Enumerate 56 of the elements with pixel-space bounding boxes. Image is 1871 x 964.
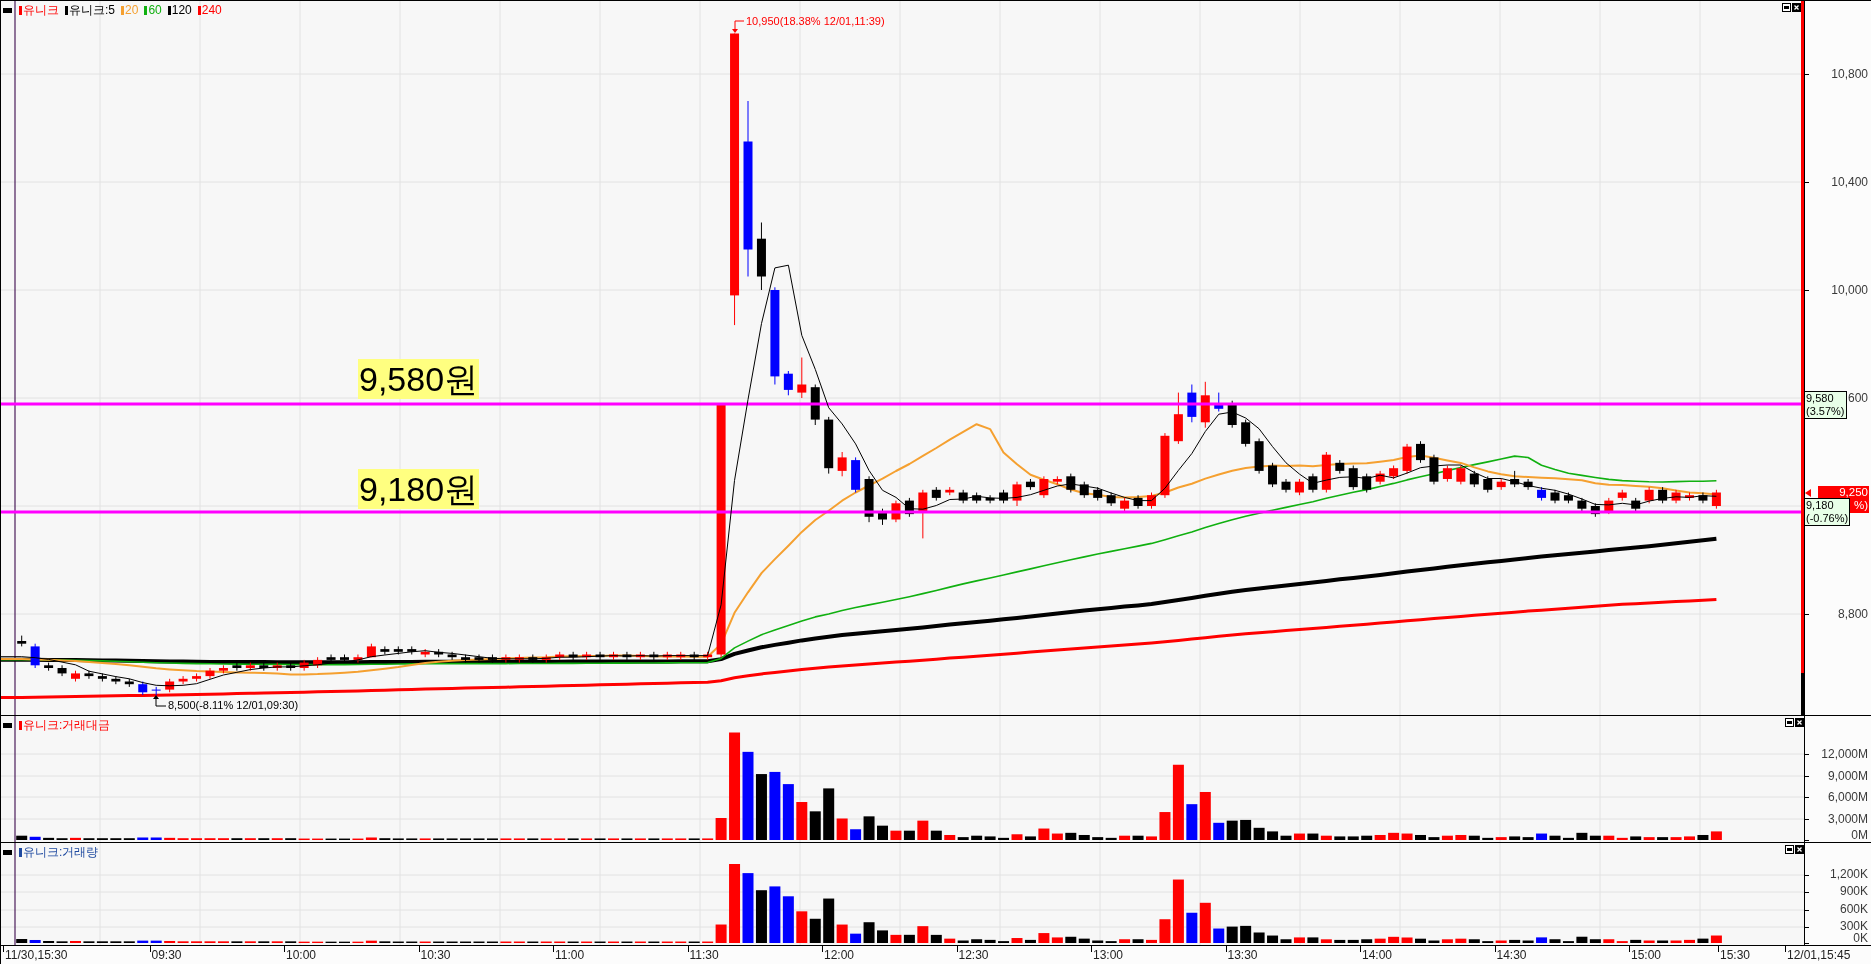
axis-label: 12/01,15:45 — [1787, 948, 1851, 962]
axis-label: 13:30 — [1227, 948, 1258, 962]
axis-label: 12:30 — [958, 948, 989, 962]
legend-label: 유니크:5 — [69, 3, 115, 17]
close-icon[interactable] — [1792, 3, 1801, 12]
axis-label: 13:00 — [1093, 948, 1124, 962]
axis-label: 10,800 — [1831, 67, 1868, 81]
axis-label: 14:00 — [1362, 948, 1393, 962]
maximize-icon[interactable] — [1785, 845, 1794, 854]
panel-title: 유니크:거래량 — [23, 845, 99, 859]
price-level-label: 9,580원 — [358, 359, 480, 399]
axis-label: 11:30 — [689, 948, 719, 962]
axis-label: 10,400 — [1831, 175, 1868, 189]
handle-icon[interactable] — [3, 722, 12, 728]
maximize-icon[interactable] — [1782, 3, 1791, 12]
axis-label: 600 — [1847, 391, 1868, 405]
axis-label: 9,000M — [1827, 769, 1868, 782]
axis-label: 15:30 — [1720, 948, 1751, 962]
axis-label: 3,000M — [1827, 812, 1868, 825]
axis-label: 11/30,15:30 — [5, 948, 68, 962]
axis-label: 8,800 — [1837, 607, 1868, 621]
axis-label: 600K — [1839, 902, 1868, 916]
price-marker-label: 9,580 (3.57%) — [1804, 391, 1847, 419]
axis-label: 900K — [1839, 884, 1868, 898]
axis-label: 12:00 — [824, 948, 855, 962]
legend-label: 120 — [171, 3, 192, 17]
axis-label: 12,000M — [1821, 747, 1868, 761]
close-icon[interactable] — [1795, 845, 1804, 854]
legend-label: 60 — [148, 3, 162, 17]
price-marker-label: 9,180 (-0.76%) — [1804, 498, 1851, 526]
axis-label: 15:00 — [1631, 948, 1662, 962]
axis-label: 10,000 — [1831, 283, 1868, 297]
axis-label: 0K — [1853, 931, 1868, 945]
close-icon[interactable] — [1795, 718, 1804, 727]
axis-label: 09:30 — [151, 948, 182, 962]
legend-label: 240 — [201, 3, 222, 17]
axis-label: 300K — [1839, 919, 1868, 933]
price-level-label: 9,180원 — [358, 469, 480, 509]
high-price-note: 10,950(18.38% 12/01,11:39) — [746, 15, 885, 28]
leader-line — [732, 20, 745, 33]
leader-line — [153, 695, 167, 707]
axis-label: 10:30 — [420, 948, 451, 962]
axis-label: 0M — [1851, 828, 1868, 842]
handle-icon[interactable] — [3, 849, 12, 855]
pointer-icon — [1805, 489, 1811, 497]
legend-label: 20 — [125, 3, 139, 17]
axis-label: 14:30 — [1496, 948, 1527, 962]
legend-label: 유니크 — [23, 3, 59, 17]
low-price-note: 8,500(-8.11% 12/01,09:30) — [168, 699, 299, 712]
axis-label: 6,000M — [1827, 790, 1868, 804]
axis-label: 11:00 — [555, 948, 585, 962]
axis-label: 1,200K — [1829, 867, 1868, 881]
maximize-icon[interactable] — [1785, 718, 1794, 727]
handle-icon[interactable] — [3, 7, 12, 13]
axis-label: 10:00 — [286, 948, 317, 962]
panel-title: 유니크:거래대금 — [23, 718, 111, 732]
